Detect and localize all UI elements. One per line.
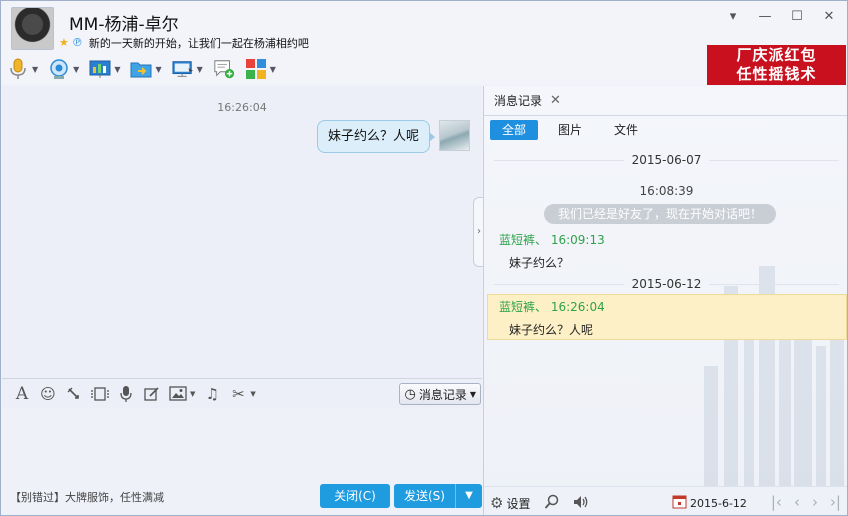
chat-window: MM-杨浦-卓尔 ★ ℗ 新的一天新的开始，让我们一起在杨浦相约吧 ▾ — ☐ … [0,0,848,516]
image-icon[interactable] [167,383,189,405]
history-message-header: 蓝短裤、 16:09:13 [499,233,605,247]
tab-message-history[interactable]: 消息记录 ✕ [494,92,561,109]
selected-date: 2015-6-12 [690,496,747,510]
font-icon[interactable]: A [11,383,33,405]
speaker-icon[interactable] [572,494,590,510]
contact-signature: 新的一天新的开始，让我们一起在杨浦相约吧 [88,37,309,50]
maximize-icon[interactable]: ☐ [787,9,807,25]
ad-banner-line2: 任性摇钱术 [736,65,817,83]
date-picker[interactable]: 2015-6-12 [672,494,747,512]
ad-banner[interactable]: 厂庆派红包 任性摇钱术 [707,45,846,85]
history-message-body[interactable]: 妹子约么？人呢 [509,321,593,338]
tab-divider [484,115,847,116]
history-navigation: |‹ ‹ › ›| [771,493,841,511]
calendar-icon [672,494,687,512]
dropdown-icon[interactable]: ▾ [723,9,743,25]
ad-banner-line1: 厂庆派红包 [736,46,817,64]
sender-avatar[interactable] [439,120,470,151]
chevron-down-icon[interactable]: ▼ [114,65,120,74]
presentation-icon [89,58,111,80]
settings-button[interactable]: ⚙ 设置 [490,494,530,512]
send-button-label[interactable]: 发送(S) [394,484,456,508]
voice-call-button[interactable]: ▼ [7,58,38,80]
remote-desktop-button[interactable]: ▼ [172,58,203,80]
history-message-body[interactable]: 妹子约么？ [509,254,569,271]
filter-files[interactable]: 文件 [602,120,650,140]
shake-icon[interactable] [63,383,85,405]
compose-toolbar: A ☺ ▼ ♫ ✂ ▼ ◷ 消息记录 ▼ [2,378,482,408]
chevron-down-icon[interactable]: ▼ [197,65,203,74]
chevron-down-icon[interactable]: ▼ [250,390,255,398]
settings-label: 设置 [506,496,531,511]
chat-header: MM-杨浦-卓尔 ★ ℗ 新的一天新的开始，让我们一起在杨浦相约吧 ▾ — ☐ … [1,1,847,85]
search-icon[interactable] [544,494,560,510]
filter-all[interactable]: 全部 [490,120,539,140]
chevron-down-icon[interactable]: ▼ [73,65,79,74]
chevron-down-icon: ▼ [469,389,476,399]
music-icon[interactable]: ♫ [201,383,223,405]
message-bubble[interactable]: 妹子约么？人呢 [316,120,436,153]
chevron-down-icon[interactable]: ▼ [190,390,195,398]
emoji-icon[interactable]: ☺ [37,383,59,405]
gear-icon: ⚙ [490,494,504,512]
screenshot-icon[interactable]: ✂ [227,383,249,405]
send-button[interactable]: 发送(S) ▼ [394,484,482,508]
close-window-icon[interactable]: ✕ [819,9,839,25]
chevron-down-icon[interactable]: ▼ [32,65,38,74]
screen-share-button[interactable]: ▼ [89,58,120,80]
monitor-icon [172,58,194,80]
folder-icon [130,58,152,80]
status-icon: ℗ [71,36,83,49]
message-history-panel: 消息记录 ✕ 全部 图片 文件 2015-06-07 16:08:39 我们已经… [483,86,847,515]
date-separator: 2015-06-07 [484,153,847,167]
message-history-button[interactable]: ◷ 消息记录 ▼ [399,383,481,405]
close-icon[interactable]: ✕ [550,93,561,108]
message-timestamp: 16:26:04 [217,101,267,114]
add-chat-icon [213,58,235,80]
contact-avatar[interactable] [11,7,54,50]
chevron-down-icon[interactable]: ▼ [155,65,161,74]
clock-icon: ◷ [404,386,416,402]
last-page-icon[interactable]: ›| [830,493,841,511]
voice-message-icon[interactable] [115,383,137,405]
tab-message-history-label: 消息记录 [494,94,543,108]
window-controls: ▾ — ☐ ✕ [723,9,839,25]
compose-actions: 【别错过】大牌服饰，任性满减 关闭(C) 发送(S) ▼ [2,484,482,515]
message-history-label: 消息记录 [418,387,467,402]
edit-icon[interactable] [141,383,163,405]
chat-toolbar: ▼ ▼ ▼ ▼ ▼ ▼ [7,55,286,83]
apps-grid-icon [245,58,267,80]
gif-icon[interactable] [89,383,111,405]
apps-button[interactable]: ▼ [245,58,276,80]
first-page-icon[interactable]: |‹ [771,493,782,511]
signature-row: ★ ℗ 新的一天新的开始，让我们一起在杨浦相约吧 [59,36,309,51]
date-separator: 2015-06-12 [484,277,847,291]
filter-images[interactable]: 图片 [546,120,594,140]
star-icon: ★ [59,36,69,49]
history-message-header: 蓝短裤、 16:26:04 [499,300,605,314]
promo-link[interactable]: 【别错过】大牌服饰，任性满减 [10,489,164,505]
contact-name[interactable]: MM-杨浦-卓尔 [69,10,179,35]
system-notice: 我们已经是好友了，现在开始对话吧！ [544,204,776,224]
prev-page-icon[interactable]: ‹ [794,493,800,511]
file-transfer-button[interactable]: ▼ [130,58,162,80]
next-page-icon[interactable]: › [812,493,818,511]
video-call-button[interactable]: ▼ [48,58,79,80]
conversation-area[interactable]: 16:26:04 妹子约么？人呢 [2,86,482,378]
group-chat-button[interactable] [213,58,235,80]
message-input[interactable] [2,408,482,484]
close-button[interactable]: 关闭(C) [320,484,390,508]
minimize-icon[interactable]: — [755,9,775,25]
camera-icon [48,58,70,80]
chevron-down-icon[interactable]: ▼ [270,65,276,74]
send-options-icon[interactable]: ▼ [456,484,482,508]
history-footer: ⚙ 设置 2015-6-12 |‹ ‹ › ›| [484,486,847,515]
microphone-icon [7,58,29,80]
history-time: 16:08:39 [639,184,694,198]
